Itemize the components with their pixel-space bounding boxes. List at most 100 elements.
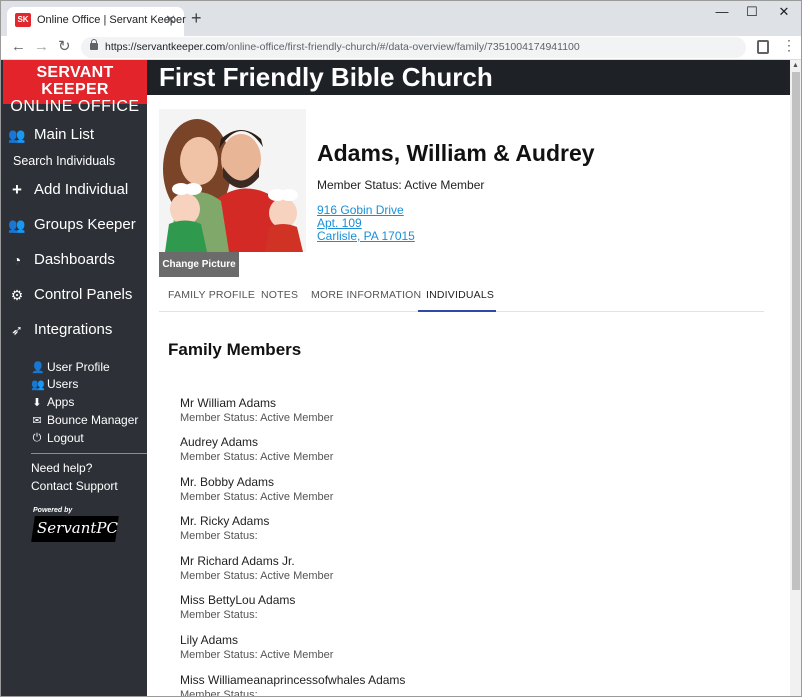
- list-item[interactable]: Mr. Ricky Adams Member Status:: [180, 514, 580, 544]
- gears-icon: ⚙: [10, 287, 24, 303]
- lock-icon: [90, 39, 98, 50]
- family-photo-image: [159, 109, 306, 252]
- tab-family-profile[interactable]: FAMILY PROFILE: [168, 289, 255, 301]
- member-name[interactable]: Audrey Adams: [180, 435, 580, 450]
- list-item[interactable]: Mr William Adams Member Status: Active M…: [180, 396, 580, 426]
- member-status: Member Status:: [180, 530, 258, 542]
- address-line3-link[interactable]: Carlisle, PA 17015: [317, 229, 415, 243]
- address-bar[interactable]: https://servantkeeper.com/online-office/…: [81, 37, 746, 58]
- rocket-icon: ➶: [11, 322, 23, 338]
- close-icon[interactable]: ✕: [769, 4, 799, 20]
- user-icon: 👤: [31, 362, 45, 374]
- users-small-icon: 👥: [31, 379, 45, 391]
- sidebar-item-label: Users: [47, 377, 79, 391]
- browser-toolbar: ← → ↻ https://servantkeeper.com/online-o…: [1, 36, 801, 60]
- minimize-icon[interactable]: —: [707, 4, 737, 19]
- forward-icon[interactable]: →: [34, 37, 49, 57]
- profile-icon[interactable]: [757, 40, 769, 54]
- member-status: Member Status: Active Member: [180, 451, 334, 463]
- browser-window: SK Online Office | Servant Keeper ✕ + — …: [0, 0, 802, 697]
- back-icon[interactable]: ←: [11, 37, 26, 57]
- family-overview: Change Picture Adams, William & Audrey M…: [147, 95, 790, 697]
- address-line2-link[interactable]: Apt. 109: [317, 216, 362, 230]
- family-photo: [159, 109, 306, 252]
- sidebar-item-label: Control Panels: [34, 286, 133, 303]
- need-help-text: Need help?: [31, 461, 93, 475]
- browser-tab[interactable]: SK Online Office | Servant Keeper ✕: [7, 7, 186, 36]
- sidebar-item-groups-keeper[interactable]: 👥 Groups Keeper: [1, 213, 147, 239]
- servant-keeper-logo[interactable]: SERVANT KEEPER ONLINE OFFICE: [3, 60, 147, 115]
- reload-icon[interactable]: ↻: [58, 37, 71, 57]
- sidebar-item-integrations[interactable]: ➶ Integrations: [1, 318, 147, 344]
- change-picture-button[interactable]: Change Picture: [159, 252, 239, 277]
- sidebar-item-label: Main List: [34, 126, 95, 143]
- envelope-icon: ✉: [32, 415, 42, 427]
- sidebar-item-label: Add Individual: [34, 181, 129, 198]
- tab-individuals[interactable]: INDIVIDUALS: [426, 289, 494, 301]
- list-item[interactable]: Miss Williameanaprincessofwhales Adams M…: [180, 673, 580, 697]
- list-item[interactable]: Lily Adams Member Status: Active Member: [180, 633, 580, 663]
- sidebar-item-dashboards[interactable]: ◔ Dashboards: [1, 248, 147, 274]
- sidebar-item-label: Logout: [47, 431, 84, 445]
- sidebar-item-add-individual[interactable]: + Add Individual: [1, 178, 147, 204]
- tab-title: Online Office | Servant Keeper: [37, 14, 186, 26]
- sidebar-item-label: Groups Keeper: [34, 216, 136, 233]
- tab-strip: SK Online Office | Servant Keeper ✕ + — …: [1, 1, 801, 36]
- power-icon: ⏻: [32, 432, 42, 444]
- powered-by-text: Powered by: [33, 507, 73, 514]
- logo-line1: SERVANT KEEPER: [36, 64, 114, 98]
- maximize-icon[interactable]: ☐: [737, 4, 767, 20]
- scroll-thumb[interactable]: [792, 72, 800, 590]
- tab-more-information[interactable]: MORE INFORMATION: [311, 289, 421, 301]
- member-name[interactable]: Miss BettyLou Adams: [180, 593, 580, 608]
- group-icon: 👥: [8, 217, 26, 233]
- member-name[interactable]: Miss Williameanaprincessofwhales Adams: [180, 673, 580, 688]
- tab-notes[interactable]: NOTES: [261, 289, 298, 301]
- sidebar-item-label: User Profile: [47, 360, 110, 374]
- family-name: Adams, William & Audrey: [317, 140, 595, 166]
- contact-support-link[interactable]: Contact Support: [31, 479, 118, 493]
- member-name[interactable]: Mr Richard Adams Jr.: [180, 554, 580, 569]
- download-icon: ⬇: [32, 397, 42, 409]
- church-banner: First Friendly Bible Church: [147, 60, 790, 95]
- users-icon: 👥: [8, 127, 26, 143]
- plus-icon: +: [12, 180, 22, 199]
- list-item[interactable]: Mr Richard Adams Jr. Member Status: Acti…: [180, 554, 580, 584]
- sidebar-item-main-list[interactable]: 👥 Main List: [1, 123, 147, 149]
- sidebar-item-label: Integrations: [34, 321, 113, 338]
- active-tab-indicator: [418, 310, 496, 312]
- sidebar-item-label: Apps: [47, 395, 75, 409]
- church-name: First Friendly Bible Church: [159, 62, 493, 92]
- sidebar-item-search-individuals[interactable]: Search Individuals: [13, 154, 115, 168]
- sidebar-divider: [31, 453, 147, 454]
- logo-line2: ONLINE OFFICE: [10, 98, 140, 115]
- member-name[interactable]: Lily Adams: [180, 633, 580, 648]
- list-item[interactable]: Mr. Bobby Adams Member Status: Active Me…: [180, 475, 580, 505]
- page-scrollbar[interactable]: ▲: [790, 60, 801, 696]
- servantpc-logo-text: ServantPC: [37, 519, 118, 537]
- dashboard-icon: ◔: [12, 252, 22, 268]
- list-item[interactable]: Audrey Adams Member Status: Active Membe…: [180, 435, 580, 465]
- member-status: Member Status: Active Member: [317, 178, 485, 192]
- new-tab-icon[interactable]: +: [191, 9, 202, 27]
- tab-close-icon[interactable]: ✕: [165, 12, 176, 28]
- member-status: Member Status: Active Member: [180, 412, 334, 424]
- menu-icon[interactable]: ⋮: [782, 37, 796, 54]
- member-status: Member Status:: [180, 609, 258, 621]
- sidebar-item-label: Dashboards: [34, 251, 115, 268]
- url-text[interactable]: https://servantkeeper.com/online-office/…: [105, 41, 580, 53]
- list-item[interactable]: Miss BettyLou Adams Member Status:: [180, 593, 580, 623]
- member-name[interactable]: Mr William Adams: [180, 396, 580, 411]
- favicon-icon: SK: [15, 13, 31, 27]
- profile-tabs: FAMILY PROFILE NOTES MORE INFORMATION IN…: [159, 278, 764, 312]
- member-status: Member Status:: [180, 689, 258, 697]
- member-status: Member Status: Active Member: [180, 570, 334, 582]
- scroll-up-icon[interactable]: ▲: [792, 62, 799, 69]
- member-name[interactable]: Mr. Ricky Adams: [180, 514, 580, 529]
- sidebar-item-label: Bounce Manager: [47, 413, 139, 427]
- sidebar-item-control-panels[interactable]: ⚙ Control Panels: [1, 283, 147, 309]
- member-name[interactable]: Mr. Bobby Adams: [180, 475, 580, 490]
- section-title: Family Members: [168, 340, 302, 359]
- member-status: Member Status: Active Member: [180, 649, 334, 661]
- address-line1-link[interactable]: 916 Gobin Drive: [317, 203, 404, 217]
